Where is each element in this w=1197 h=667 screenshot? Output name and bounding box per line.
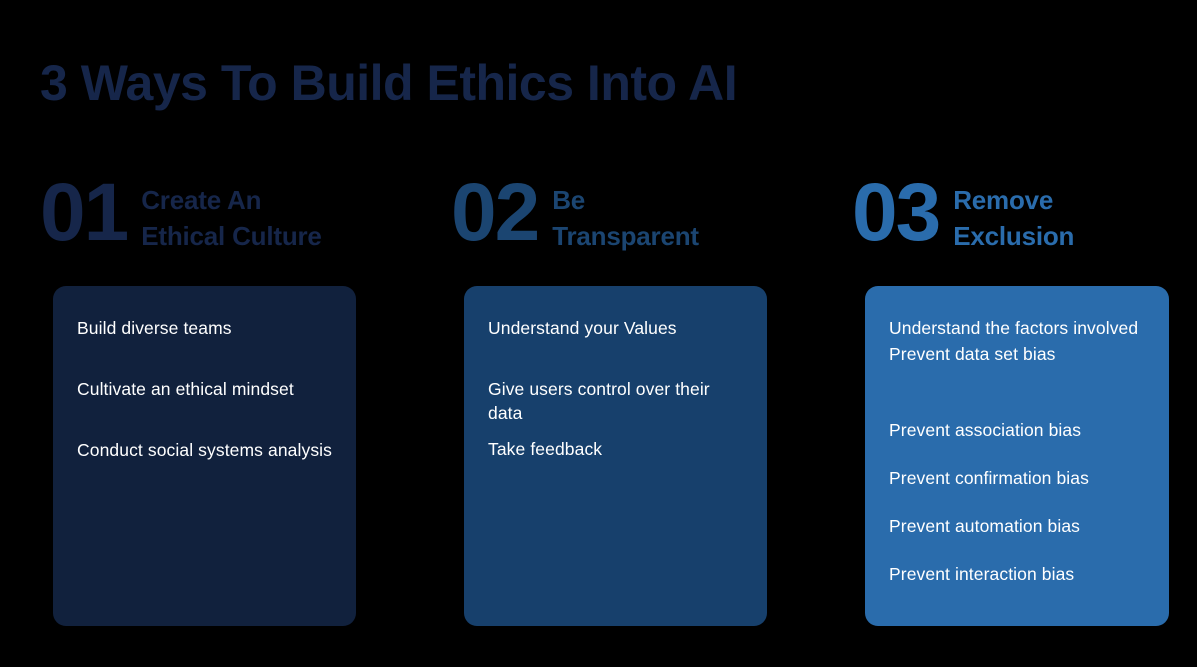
list-item: Conduct social systems analysis bbox=[77, 440, 333, 460]
column-3-card: Understand the factors involved Prevent … bbox=[865, 286, 1169, 626]
list-item: Prevent interaction bias bbox=[889, 564, 1075, 584]
column-3-number: 03 bbox=[852, 167, 941, 258]
list-item: Build diverse teams bbox=[77, 318, 232, 338]
column-1-number: 01 bbox=[40, 167, 129, 258]
column-2-number: 02 bbox=[451, 167, 540, 258]
column-3-heading-row: 03 Remove Exclusion bbox=[852, 170, 1074, 254]
columns-container: 01 Create An Ethical Culture Build diver… bbox=[0, 0, 1197, 667]
column-1-card: Build diverse teams Cultivate an ethical… bbox=[53, 286, 356, 626]
list-item: Understand your Values bbox=[488, 318, 677, 338]
list-item: Prevent association bias bbox=[889, 420, 1082, 440]
list-item: Understand the factors involved bbox=[889, 318, 1139, 338]
slide-canvas: 3 Ways To Build Ethics Into AI 01 Create… bbox=[0, 0, 1197, 667]
list-item: Cultivate an ethical mindset bbox=[77, 379, 294, 399]
column-1-heading-row: 01 Create An Ethical Culture bbox=[40, 170, 322, 254]
list-item: Prevent automation bias bbox=[889, 516, 1081, 536]
list-item: Prevent data set bias bbox=[889, 344, 1056, 364]
column-1-heading-label: Create An Ethical Culture bbox=[141, 185, 322, 251]
list-item: Give users control over their data bbox=[488, 379, 710, 423]
list-item: Prevent confirmation bias bbox=[889, 468, 1089, 488]
column-2-heading-row: 02 Be Transparent bbox=[451, 170, 699, 254]
column-2-card: Understand your Values Give users contro… bbox=[464, 286, 767, 626]
column-2: 02 Be Transparent Understand your Values… bbox=[451, 0, 791, 667]
list-item: Take feedback bbox=[488, 439, 603, 459]
column-2-heading-label: Be Transparent bbox=[552, 185, 699, 251]
column-3-heading-label: Remove Exclusion bbox=[953, 185, 1075, 251]
column-3: 03 Remove Exclusion Understand the facto… bbox=[852, 0, 1192, 667]
column-1: 01 Create An Ethical Culture Build diver… bbox=[40, 0, 380, 667]
